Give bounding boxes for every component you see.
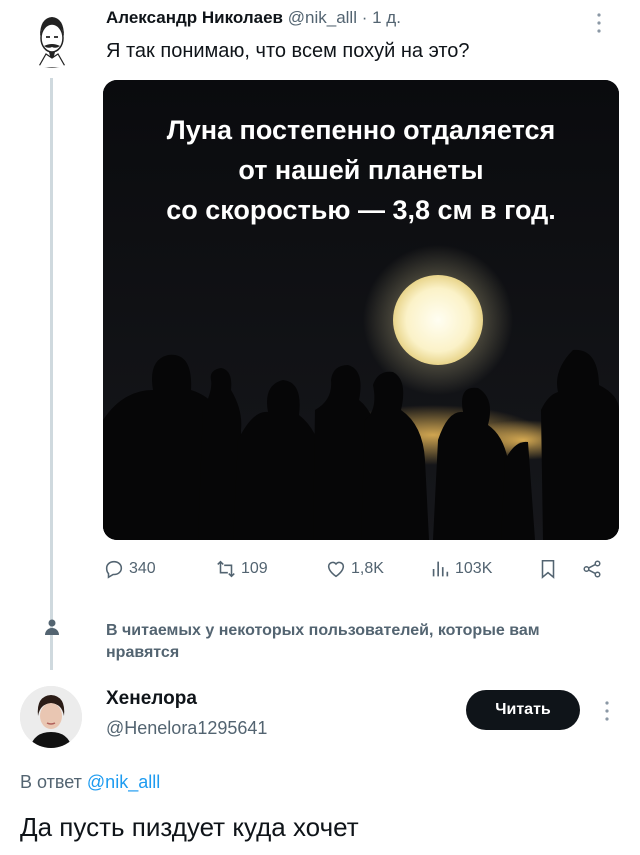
- tweet-actions-bar: 340 109 1,8K 103K: [103, 558, 619, 588]
- bookmark-icon: [541, 559, 555, 579]
- media-caption: Луна постепенно отдаляется от нашей план…: [103, 110, 619, 230]
- more-options-icon[interactable]: [604, 700, 610, 722]
- views-button[interactable]: 103K: [429, 558, 492, 580]
- caption-line: от нашей планеты: [238, 155, 484, 185]
- share-icon: [583, 560, 601, 578]
- like-button[interactable]: 1,8K: [325, 558, 384, 580]
- tweet-header: Александр Николаев @nik_alll · 1 д.: [106, 8, 401, 28]
- heart-icon: [327, 561, 345, 578]
- tweet-media-image[interactable]: Луна постепенно отдаляется от нашей план…: [103, 80, 619, 540]
- person-icon: [43, 618, 61, 636]
- author-avatar[interactable]: [22, 8, 82, 68]
- follow-button[interactable]: Читать: [466, 690, 580, 730]
- reply-icon: [105, 560, 123, 579]
- author-handle[interactable]: @nik_alll: [288, 8, 357, 27]
- thread-line: [50, 78, 53, 670]
- social-context-text: В читаемых у некоторых пользователей, ко…: [106, 622, 540, 661]
- caption-line: со скоростью — 3,8 см в год.: [166, 195, 556, 225]
- views-count: 103K: [455, 560, 493, 577]
- reply-author-handle[interactable]: @Henelora1295641: [106, 718, 267, 739]
- caption-line: Луна постепенно отдаляется: [166, 115, 556, 145]
- more-options-icon[interactable]: [596, 12, 602, 34]
- author-name[interactable]: Александр Николаев: [106, 8, 283, 27]
- tweet-text: Я так понимаю, что всем похуй на это?: [106, 40, 470, 62]
- reply-to-label: В ответ: [20, 772, 82, 792]
- reply-count: 340: [129, 560, 156, 577]
- views-chart-icon: [432, 561, 449, 577]
- retweet-icon: [217, 560, 235, 578]
- reply-author-name[interactable]: Хенелора: [106, 688, 197, 710]
- reply-text: Да пусть пиздует куда хочет: [20, 812, 359, 842]
- reply-button[interactable]: 340: [103, 558, 156, 580]
- reply-to-handle-link[interactable]: @nik_alll: [87, 772, 160, 792]
- header-separator: ·: [361, 8, 368, 27]
- tweet-time[interactable]: 1 д.: [372, 8, 401, 27]
- reply-author-avatar[interactable]: [20, 686, 82, 748]
- share-button[interactable]: [581, 558, 603, 580]
- like-count: 1,8K: [351, 560, 384, 577]
- retweet-count: 109: [241, 560, 268, 577]
- bookmark-button[interactable]: [537, 558, 559, 580]
- retweet-button[interactable]: 109: [215, 558, 268, 580]
- reply-to-line: В ответ @nik_alll: [20, 772, 160, 793]
